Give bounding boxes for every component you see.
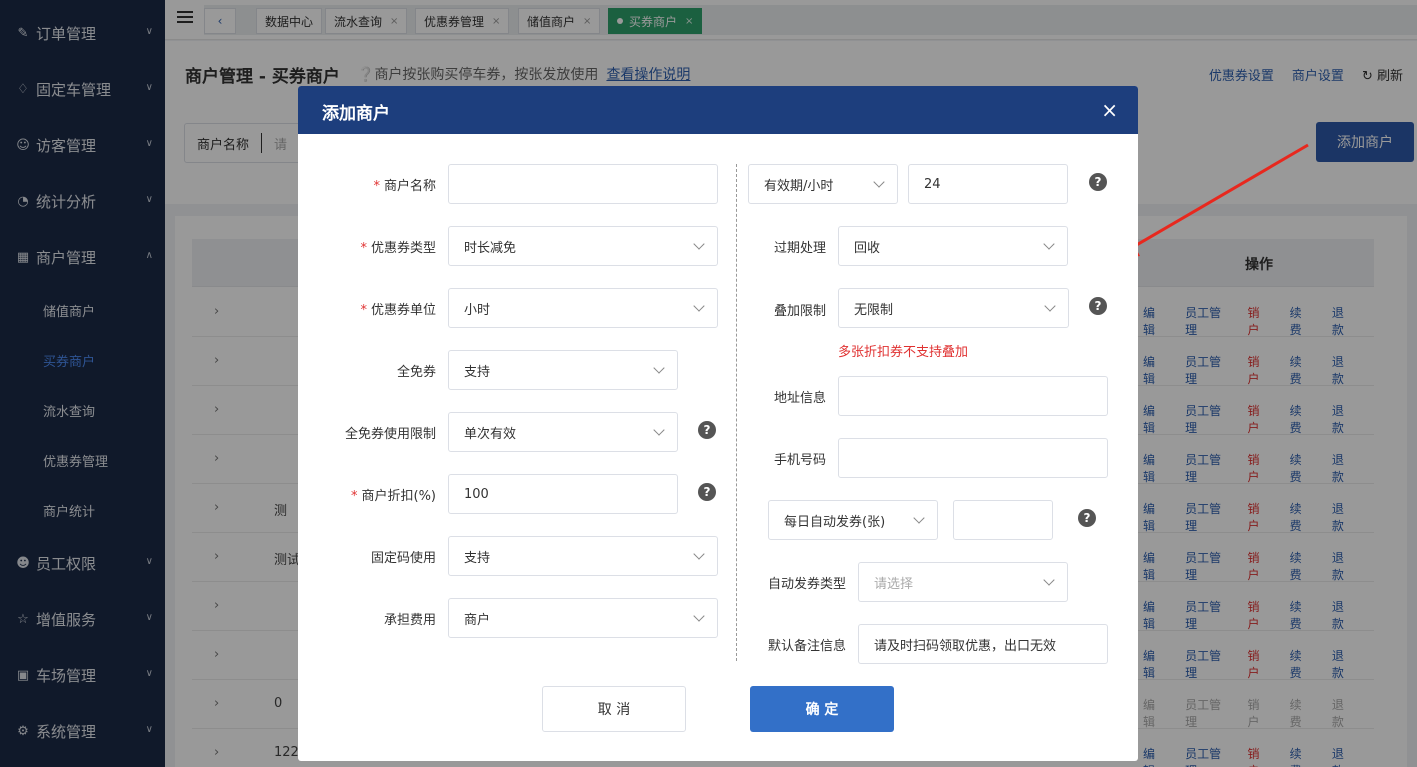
confirm-button[interactable]: 确 定 [750, 686, 894, 732]
chevron-down-icon [693, 238, 705, 250]
fixed-code-label: 固定码使用 [370, 551, 436, 566]
stack-limit-select[interactable]: 无限制 [838, 288, 1069, 328]
column-divider [736, 164, 737, 661]
discount-input[interactable]: 100 [448, 474, 678, 514]
phone-label: 手机号码 [773, 453, 826, 468]
add-merchant-dialog: 添加商户 × * 商户名称 * 优惠券类型 时长减免 * 优惠券单位 小时 全免券 支… [298, 86, 1138, 761]
coupon-type-select[interactable]: 时长减免 [448, 226, 718, 266]
help-icon[interactable]: ? [698, 483, 716, 501]
cost-bearer-label: 承担费用 [383, 613, 436, 628]
remark-input[interactable]: 请及时扫码领取优惠，出口无效 [858, 624, 1108, 664]
stack-warning: 多张折扣券不支持叠加 [838, 345, 969, 360]
expiry-select[interactable]: 回收 [838, 226, 1068, 266]
chevron-down-icon [653, 362, 665, 374]
address-input[interactable] [838, 376, 1108, 416]
free-coupon-limit-label: 全免券使用限制 [344, 427, 436, 442]
free-coupon-select[interactable]: 支持 [448, 350, 678, 390]
help-icon[interactable]: ? [1078, 509, 1096, 527]
merchant-name-input[interactable] [448, 164, 718, 204]
dialog-title: 添加商户 [322, 104, 390, 124]
coupon-unit-label: * 优惠券单位 [360, 303, 436, 318]
help-icon[interactable]: ? [1089, 297, 1107, 315]
free-coupon-limit-select[interactable]: 单次有效 [448, 412, 678, 452]
chevron-down-icon [1044, 300, 1056, 312]
auto-type-label: 自动发券类型 [767, 577, 846, 592]
validity-value-input[interactable]: 24 [908, 164, 1068, 204]
free-coupon-label: 全免券 [396, 365, 436, 380]
validity-unit-select[interactable]: 有效期/小时 [748, 164, 898, 204]
stack-limit-label: 叠加限制 [773, 304, 826, 319]
chevron-down-icon [1043, 574, 1055, 586]
phone-input[interactable] [838, 438, 1108, 478]
cost-bearer-select[interactable]: 商户 [448, 598, 718, 638]
address-label: 地址信息 [773, 391, 826, 406]
coupon-type-label: * 优惠券类型 [360, 241, 436, 256]
close-icon[interactable]: × [1101, 98, 1118, 122]
coupon-unit-select[interactable]: 小时 [448, 288, 718, 328]
help-icon[interactable]: ? [698, 421, 716, 439]
discount-label: * 商户折扣(%) [351, 489, 436, 504]
chevron-down-icon [693, 610, 705, 622]
auto-type-select[interactable]: 请选择 [858, 562, 1068, 602]
chevron-down-icon [653, 424, 665, 436]
chevron-down-icon [693, 300, 705, 312]
dialog-header: 添加商户 × [298, 86, 1138, 134]
cancel-button[interactable]: 取 消 [542, 686, 686, 732]
chevron-down-icon [913, 512, 925, 524]
fixed-code-select[interactable]: 支持 [448, 536, 718, 576]
chevron-down-icon [873, 176, 885, 188]
remark-label: 默认备注信息 [767, 639, 846, 654]
chevron-down-icon [693, 548, 705, 560]
daily-auto-count-input[interactable] [953, 500, 1053, 540]
chevron-down-icon [1043, 238, 1055, 250]
merchant-name-label: * 商户名称 [373, 179, 436, 194]
help-icon[interactable]: ? [1089, 173, 1107, 191]
expiry-label: 过期处理 [773, 241, 826, 256]
daily-auto-select[interactable]: 每日自动发券(张) [768, 500, 938, 540]
